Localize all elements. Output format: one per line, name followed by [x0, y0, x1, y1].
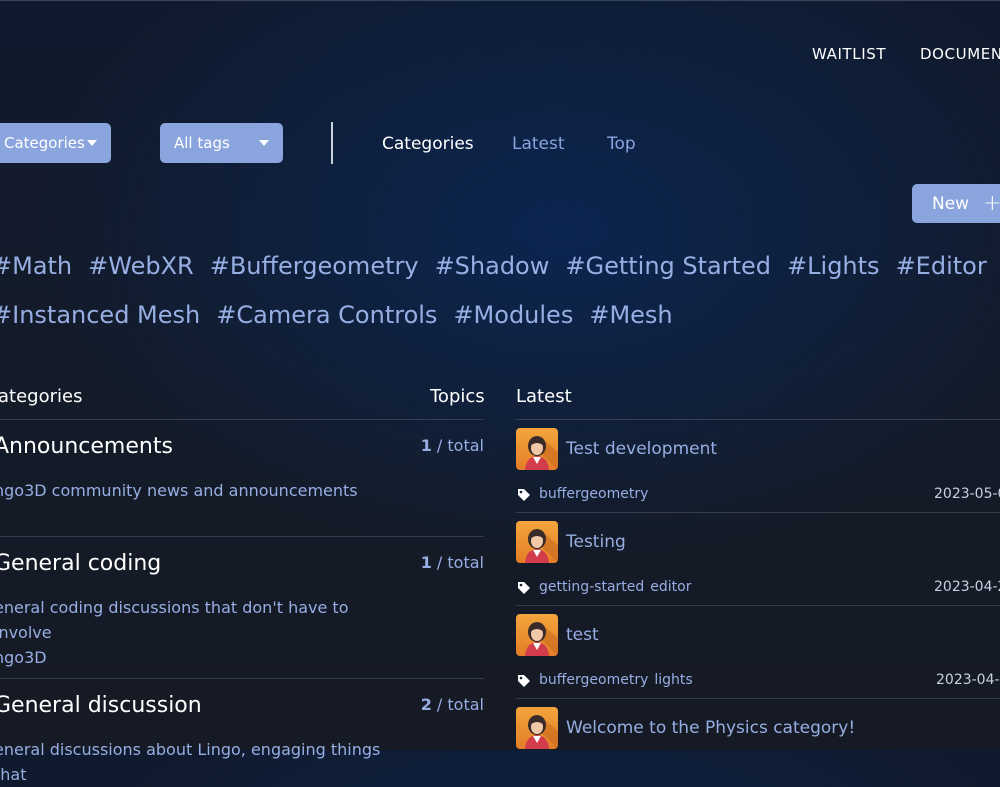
divider: [516, 512, 1000, 513]
topic-tag[interactable]: buffergeometry: [539, 486, 648, 502]
tag-link[interactable]: #Buffergeometry: [210, 252, 419, 280]
categories-column-header: ategories: [0, 386, 83, 407]
top-border: [0, 0, 1000, 1]
tab-top[interactable]: Top: [607, 134, 636, 154]
topics-column-header: Topics: [430, 386, 485, 407]
category-title-general-coding[interactable]: General coding: [0, 551, 161, 576]
categories-dropdown[interactable]: Categories: [0, 123, 111, 163]
tag-link[interactable]: #Mesh: [589, 301, 672, 329]
tag-link[interactable]: #Shadow: [435, 252, 550, 280]
avatar[interactable]: [516, 707, 558, 749]
topic-title[interactable]: Welcome to the Physics category!: [566, 718, 855, 738]
tab-latest[interactable]: Latest: [512, 134, 565, 154]
topic-count-suffix: / total: [431, 695, 484, 714]
topic-tag[interactable]: getting-started: [539, 579, 644, 595]
topic-title[interactable]: Test development: [566, 439, 717, 459]
divider: [0, 536, 484, 537]
tag-icon: [518, 582, 530, 594]
user-avatar-icon: [525, 622, 558, 656]
divider: [516, 419, 1000, 420]
topic-date: 2023-04-1: [936, 672, 1000, 688]
divider: [0, 678, 484, 679]
chevron-down-icon: [87, 140, 97, 146]
category-description: eneral discussions about Lingo, engaging…: [0, 740, 381, 784]
topic-tags: getting-started editor: [539, 579, 698, 595]
topic-date: 2023-04-2: [934, 579, 1000, 595]
tag-link[interactable]: #Instanced Mesh: [0, 301, 200, 329]
user-avatar-icon: [525, 715, 558, 749]
tags-dropdown[interactable]: All tags: [160, 123, 283, 163]
topic-tag[interactable]: editor: [650, 579, 691, 595]
tab-categories[interactable]: Categories: [382, 134, 474, 154]
divider: [516, 698, 1000, 699]
topic-tag[interactable]: lights: [654, 672, 692, 688]
plus-icon: +: [983, 191, 1000, 216]
avatar[interactable]: [516, 614, 558, 656]
nav-document[interactable]: DOCUMENT: [920, 45, 1000, 63]
divider: [0, 419, 484, 420]
category-description: ngo3D community news and announcements: [0, 481, 358, 500]
user-avatar-icon: [525, 436, 558, 470]
topic-count-value: 1: [420, 553, 432, 572]
avatar[interactable]: [516, 521, 558, 563]
topic-title[interactable]: test: [566, 625, 599, 645]
tag-link[interactable]: #Modules: [453, 301, 573, 329]
topic-count-suffix: / total: [431, 553, 484, 572]
topic-tags: buffergeometry lights: [539, 672, 699, 688]
topic-count-value: 2: [420, 695, 432, 714]
category-title-general-discussion[interactable]: General discussion: [0, 693, 202, 718]
divider: [516, 605, 1000, 606]
categories-dropdown-label: Categories: [4, 134, 85, 152]
tags-dropdown-label: All tags: [174, 134, 230, 152]
tag-link[interactable]: #Camera Controls: [216, 301, 437, 329]
tag-row: #Instanced Mesh #Camera Controls #Modules #…: [0, 301, 689, 329]
topic-title[interactable]: Testing: [566, 532, 626, 552]
avatar[interactable]: [516, 428, 558, 470]
category-title-announcements[interactable]: Announcements: [0, 434, 173, 459]
topic-count: 1 / total: [410, 436, 484, 455]
divider: [331, 122, 333, 164]
tag-link[interactable]: #Getting Started: [565, 252, 771, 280]
chevron-down-icon: [259, 140, 269, 146]
topic-count-value: 1: [420, 436, 432, 455]
nav-waitlist[interactable]: WAITLIST: [812, 45, 886, 63]
tag-link[interactable]: #Math: [0, 252, 72, 280]
latest-header: Latest: [516, 386, 572, 407]
tag-link[interactable]: #WebXR: [88, 252, 194, 280]
tag-row: #Math #WebXR #Buffergeometry #Shadow #Gettin…: [0, 252, 1000, 280]
tag-link[interactable]: #Lights: [787, 252, 880, 280]
tag-icon: [518, 489, 530, 501]
topic-count: 2 / total: [410, 695, 484, 714]
tag-icon: [518, 675, 530, 687]
topic-count-suffix: / total: [431, 436, 484, 455]
user-avatar-icon: [525, 529, 558, 563]
new-button-label: New: [932, 193, 970, 214]
category-description: eneral coding discussions that don't hav…: [0, 598, 349, 667]
topic-tags: buffergeometry: [539, 486, 654, 502]
topic-count: 1 / total: [410, 553, 484, 572]
topic-tag[interactable]: buffergeometry: [539, 672, 648, 688]
topic-date: 2023-05-0: [934, 486, 1000, 502]
new-topic-button[interactable]: New +: [912, 184, 1000, 223]
tag-link[interactable]: #Editor: [896, 252, 987, 280]
